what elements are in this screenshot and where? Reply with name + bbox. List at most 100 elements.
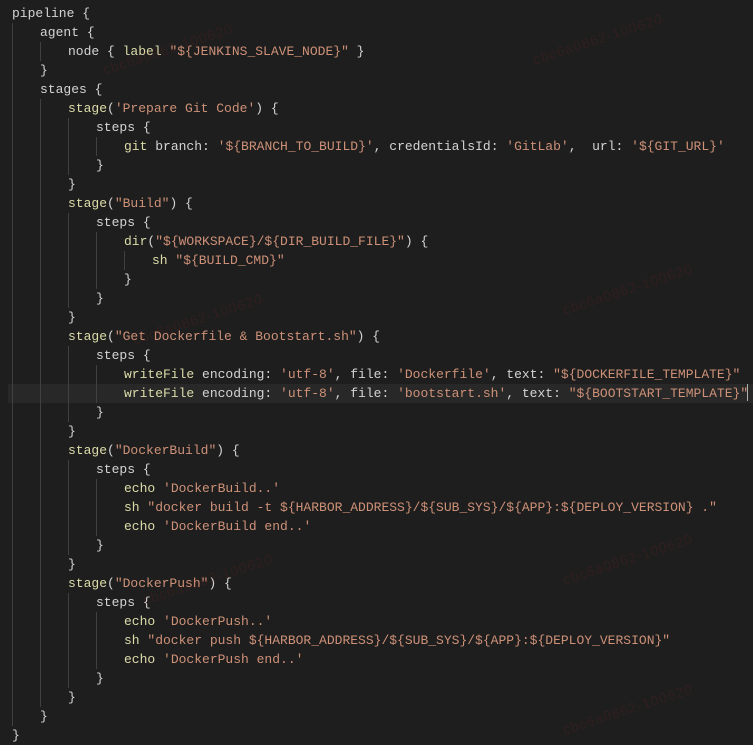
code-line[interactable]: } — [8, 61, 753, 80]
code-line[interactable]: steps { — [8, 346, 753, 365]
code-token: "${BUILD_CMD}" — [175, 251, 284, 270]
code-token: , file: — [335, 384, 397, 403]
indent-guide — [96, 631, 124, 650]
code-token: echo — [124, 517, 163, 536]
code-line[interactable]: } — [8, 422, 753, 441]
indent-guide — [40, 517, 68, 536]
code-token: { — [95, 80, 103, 99]
indent-guide — [40, 669, 68, 688]
code-token: stages — [40, 80, 95, 99]
indent-guide — [40, 137, 68, 156]
indent-guide — [12, 232, 40, 251]
code-line[interactable]: git branch: '${BRANCH_TO_BUILD}', creden… — [8, 137, 753, 156]
code-line[interactable]: node { label "${JENKINS_SLAVE_NODE}" } — [8, 42, 753, 61]
code-line[interactable]: } — [8, 270, 753, 289]
indent-guide — [40, 251, 68, 270]
code-line[interactable]: } — [8, 688, 753, 707]
code-token: "DockerPush" — [115, 574, 209, 593]
indent-guide — [12, 346, 40, 365]
indent-guide — [12, 536, 40, 555]
code-token: ( — [107, 441, 115, 460]
code-token: } — [68, 555, 76, 574]
code-line[interactable]: writeFile encoding: 'utf-8', file: 'boot… — [8, 384, 753, 403]
code-line[interactable]: } — [8, 308, 753, 327]
code-token: 'Dockerfile' — [397, 365, 491, 384]
code-token: "${BOOTSTART_TEMPLATE}" — [569, 384, 748, 403]
indent-guide — [40, 479, 68, 498]
code-line[interactable]: } — [8, 726, 753, 745]
indent-guide — [12, 574, 40, 593]
indent-guide — [68, 479, 96, 498]
indent-guide — [12, 517, 40, 536]
indent-guide — [40, 175, 68, 194]
code-line[interactable]: } — [8, 156, 753, 175]
code-token: } — [40, 61, 48, 80]
code-line[interactable]: } — [8, 175, 753, 194]
code-line[interactable]: sh "docker build -t ${HARBOR_ADDRESS}/${… — [8, 498, 753, 517]
code-token: ) { — [405, 232, 428, 251]
code-line[interactable]: sh "docker push ${HARBOR_ADDRESS}/${SUB_… — [8, 631, 753, 650]
indent-guide — [68, 289, 96, 308]
indent-guide — [12, 213, 40, 232]
indent-guide — [68, 650, 96, 669]
code-line[interactable]: stage("DockerBuild") { — [8, 441, 753, 460]
indent-guide — [12, 631, 40, 650]
code-line[interactable]: steps { — [8, 593, 753, 612]
code-token: stage — [68, 441, 107, 460]
code-token: ) { — [216, 441, 239, 460]
indent-guide — [40, 403, 68, 422]
code-token: { — [143, 460, 151, 479]
indent-guide — [68, 612, 96, 631]
indent-guide — [40, 213, 68, 232]
code-token: { — [143, 593, 151, 612]
indent-guide — [124, 251, 152, 270]
code-line[interactable]: echo 'DockerBuild..' — [8, 479, 753, 498]
code-token: stage — [68, 574, 107, 593]
code-token: ( — [107, 99, 115, 118]
code-line[interactable]: echo 'DockerPush..' — [8, 612, 753, 631]
code-line[interactable]: steps { — [8, 118, 753, 137]
code-token: } — [96, 156, 104, 175]
code-token: ) { — [357, 327, 380, 346]
code-line[interactable]: stage('Prepare Git Code') { — [8, 99, 753, 118]
code-token: ( — [147, 232, 155, 251]
code-line[interactable]: steps { — [8, 213, 753, 232]
code-line[interactable]: } — [8, 555, 753, 574]
indent-guide — [96, 384, 124, 403]
code-line[interactable]: agent { — [8, 23, 753, 42]
code-line[interactable]: steps { — [8, 460, 753, 479]
code-line[interactable]: pipeline { — [8, 4, 753, 23]
code-line[interactable]: echo 'DockerBuild end..' — [8, 517, 753, 536]
text-cursor — [747, 384, 748, 401]
code-line[interactable]: } — [8, 669, 753, 688]
code-line[interactable]: writeFile encoding: 'utf-8', file: 'Dock… — [8, 365, 753, 384]
code-line[interactable]: dir("${WORKSPACE}/${DIR_BUILD_FILE}") { — [8, 232, 753, 251]
indent-guide — [68, 403, 96, 422]
indent-guide — [12, 137, 40, 156]
code-line[interactable]: } — [8, 403, 753, 422]
indent-guide — [40, 555, 68, 574]
indent-guide — [12, 612, 40, 631]
indent-guide — [40, 498, 68, 517]
indent-guide — [40, 327, 68, 346]
code-token: echo — [124, 612, 163, 631]
code-line[interactable]: } — [8, 707, 753, 726]
code-line[interactable]: stages { — [8, 80, 753, 99]
indent-guide — [12, 327, 40, 346]
code-token: agent — [40, 23, 87, 42]
code-line[interactable]: stage("Get Dockerfile & Bootstart.sh") { — [8, 327, 753, 346]
indent-guide — [12, 403, 40, 422]
code-line[interactable]: } — [8, 289, 753, 308]
code-editor[interactable]: pipeline {agent {node { label "${JENKINS… — [0, 4, 753, 745]
indent-guide — [40, 42, 68, 61]
code-line[interactable]: } — [8, 536, 753, 555]
code-line[interactable]: sh "${BUILD_CMD}" — [8, 251, 753, 270]
indent-guide — [40, 308, 68, 327]
indent-guide — [40, 270, 68, 289]
code-token: } — [96, 536, 104, 555]
code-line[interactable]: stage("DockerPush") { — [8, 574, 753, 593]
code-line[interactable]: stage("Build") { — [8, 194, 753, 213]
code-token: sh — [152, 251, 175, 270]
indent-guide — [12, 289, 40, 308]
code-line[interactable]: echo 'DockerPush end..' — [8, 650, 753, 669]
